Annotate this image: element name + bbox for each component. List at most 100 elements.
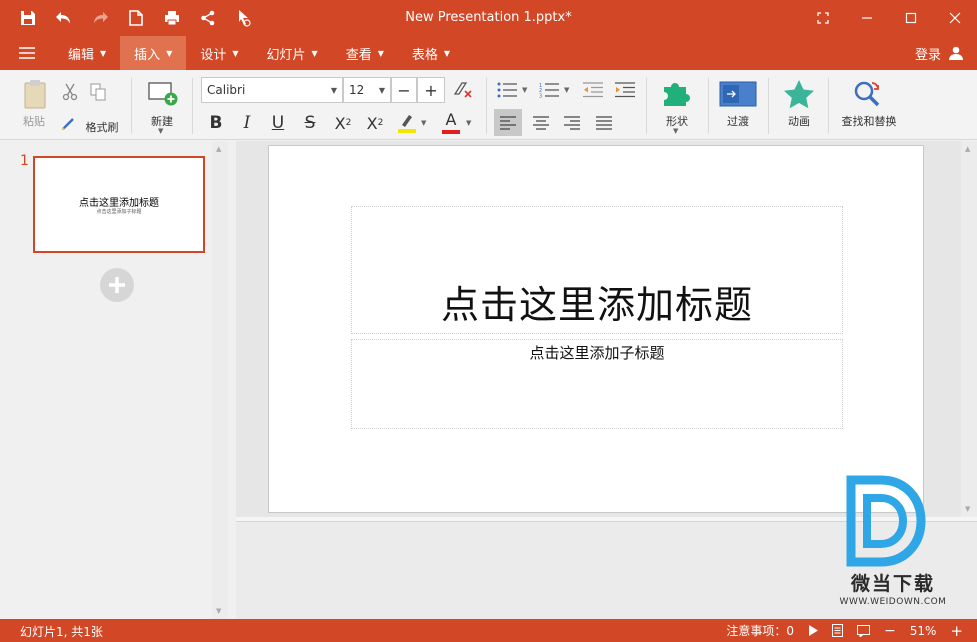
chevron-down-icon: ▼ (311, 48, 318, 58)
play-slideshow-icon[interactable] (808, 625, 819, 636)
print-icon[interactable] (154, 0, 190, 36)
italic-button[interactable]: I (234, 110, 260, 136)
thumbnail-subtitle: 点击这里添加子标题 (96, 209, 142, 215)
chevron-down-icon[interactable]: ▼ (421, 119, 426, 127)
ribbon-toolbar: 粘贴 格式刷 新建 ▼ Calibri ▼ 12 ▼ − + B I U S X… (0, 70, 977, 140)
add-slide-button[interactable] (100, 268, 134, 302)
scroll-down-icon[interactable]: ▼ (216, 607, 221, 615)
maximize-icon[interactable] (889, 0, 933, 36)
format-painter-label: 格式刷 (85, 121, 119, 134)
chevron-down-icon[interactable]: ▼ (466, 119, 471, 127)
transition-icon[interactable] (718, 80, 758, 108)
fullscreen-icon[interactable] (801, 0, 845, 36)
notes-count[interactable]: 注意事项：0 (726, 622, 794, 639)
slides-panel: 1 点击这里添加标题 点击这里添加子标题 ▲ ▼ (0, 141, 232, 619)
menu-view[interactable]: 查看 ▼ (332, 36, 398, 70)
undo-icon[interactable] (46, 0, 82, 36)
bullet-list-icon[interactable] (495, 79, 519, 101)
chevron-down-icon[interactable]: ▼ (564, 86, 569, 94)
menu-insert[interactable]: 插入 ▼ (120, 36, 187, 70)
quick-access-toolbar (0, 0, 262, 36)
bold-button[interactable]: B (203, 110, 229, 136)
save-icon[interactable] (10, 0, 46, 36)
align-center-button[interactable] (527, 109, 555, 136)
share-icon[interactable] (190, 0, 226, 36)
slide-editor: 点击这里添加标题 点击这里添加子标题 ▲ ▼ (236, 141, 977, 517)
chevron-down-icon: ▼ (166, 48, 173, 58)
zoom-in-button[interactable]: + (950, 622, 963, 640)
slides-panel-scrollbar[interactable]: ▲ ▼ (212, 141, 228, 619)
shapes-puzzle-icon[interactable] (660, 78, 692, 108)
chevron-down-icon: ▼ (443, 48, 451, 58)
menu-edit[interactable]: 编辑 ▼ (54, 36, 120, 70)
scroll-up-icon[interactable]: ▲ (965, 145, 970, 153)
increase-indent-icon[interactable] (613, 79, 637, 101)
chevron-down-icon[interactable]: ▼ (673, 127, 678, 135)
comment-icon[interactable] (857, 624, 871, 637)
font-name-select[interactable]: Calibri ▼ (201, 77, 343, 103)
menu-design[interactable]: 设计 ▼ (186, 36, 252, 70)
copy-icon[interactable] (88, 82, 108, 102)
underline-button[interactable]: U (265, 110, 291, 136)
ribbon-separator (646, 78, 647, 134)
find-replace-label: 查找和替换 (841, 115, 897, 128)
scroll-up-icon[interactable]: ▲ (216, 145, 221, 153)
editor-scrollbar[interactable]: ▲ ▼ (961, 141, 977, 517)
find-replace-icon[interactable] (851, 78, 885, 110)
font-color-icon[interactable]: A (439, 110, 463, 136)
animation-label: 动画 (788, 115, 810, 128)
cut-icon[interactable] (60, 82, 80, 102)
decrease-indent-icon[interactable] (581, 79, 605, 101)
decrease-font-size-button[interactable]: − (391, 77, 417, 103)
title-placeholder[interactable]: 点击这里添加标题 (351, 206, 843, 334)
font-size-select[interactable]: 12 ▼ (343, 77, 391, 103)
slide-canvas[interactable]: 点击这里添加标题 点击这里添加子标题 (268, 145, 924, 513)
chevron-down-icon[interactable]: ▼ (522, 86, 527, 94)
slideshow-pointer-icon[interactable] (226, 0, 262, 36)
format-painter-icon[interactable] (60, 116, 80, 132)
redo-icon[interactable] (82, 0, 118, 36)
window-controls (801, 0, 977, 36)
scroll-down-icon[interactable]: ▼ (965, 505, 970, 513)
clear-formatting-icon[interactable] (452, 80, 474, 100)
slide-title-text: 点击这里添加标题 (440, 283, 753, 327)
ribbon-separator (486, 78, 487, 134)
menu-table[interactable]: 表格 ▼ (398, 36, 464, 70)
paste-icon[interactable] (22, 78, 48, 110)
slide-subtitle-text: 点击这里添加子标题 (529, 344, 665, 362)
superscript-button[interactable]: X2 (362, 110, 388, 136)
weidown-logo-icon (846, 475, 926, 567)
new-document-icon[interactable] (118, 0, 154, 36)
watermark-logo: 微当下载 WWW.WEIDOWN.COM (833, 474, 953, 614)
user-icon (949, 46, 963, 60)
close-icon[interactable] (933, 0, 977, 36)
slide-thumbnail[interactable]: 点击这里添加标题 点击这里添加子标题 (33, 156, 205, 253)
subtitle-placeholder[interactable]: 点击这里添加子标题 (351, 339, 843, 429)
new-slide-icon[interactable] (148, 80, 178, 108)
status-right-controls: 注意事项：0 − 51% + (726, 619, 977, 642)
minimize-icon[interactable] (845, 0, 889, 36)
status-bar: 幻灯片1, 共1张 注意事项：0 − 51% + (0, 619, 977, 642)
subscript-button[interactable]: X2 (330, 110, 356, 136)
zoom-level[interactable]: 51% (910, 624, 937, 638)
slide-number: 1 (20, 153, 29, 169)
justify-button[interactable] (590, 109, 618, 136)
hamburger-menu-icon[interactable] (0, 36, 54, 70)
chevron-down-icon: ▼ (377, 48, 384, 58)
chevron-down-icon: ▼ (100, 48, 107, 58)
align-left-button[interactable] (494, 109, 522, 136)
menu-slides[interactable]: 幻灯片 ▼ (253, 36, 332, 70)
numbered-list-icon[interactable]: 123 (537, 79, 561, 101)
animation-star-icon[interactable] (782, 78, 816, 110)
ribbon-separator (192, 78, 193, 134)
highlight-color-icon[interactable] (395, 110, 419, 136)
increase-font-size-button[interactable]: + (417, 77, 445, 103)
zoom-out-button[interactable]: − (884, 623, 896, 639)
login-button[interactable]: 登录 (915, 36, 963, 70)
strikethrough-button[interactable]: S (297, 110, 323, 136)
title-bar: New Presentation 1.pptx* (0, 0, 977, 36)
chevron-down-icon[interactable]: ▼ (158, 127, 163, 135)
watermark-text: 微当下载 (850, 573, 935, 595)
notes-view-icon[interactable] (832, 624, 844, 637)
align-right-button[interactable] (558, 109, 586, 136)
